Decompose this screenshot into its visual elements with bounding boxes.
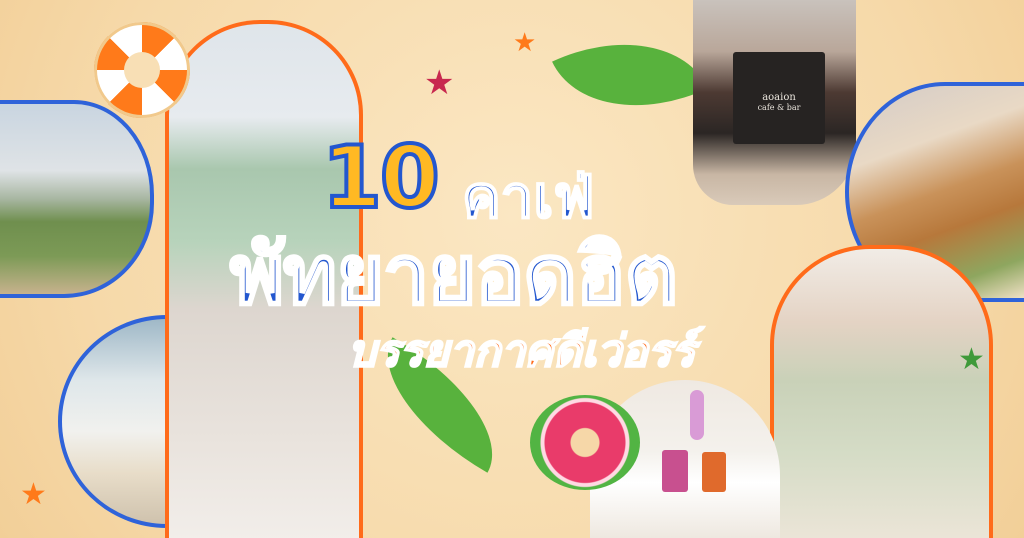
starfish-icon: ★ (20, 477, 47, 512)
title-line3: บรรยากาศดีเว่อรร์ (347, 325, 696, 378)
cup-sub: cafe & bar (757, 103, 801, 112)
starfish-icon: ★ (513, 28, 537, 58)
banner-canvas: aoaion cafe & bar ★ ★ ★ ★ 10 คาเฟ่ พัทยา… (0, 0, 1024, 538)
cup-brand: aoaion (762, 92, 796, 103)
watermelon-float-icon (530, 395, 640, 490)
beach-cafe-photo (0, 100, 154, 298)
swim-ring-icon (94, 22, 190, 118)
palm-leaf-top (552, 6, 708, 144)
starfish-icon: ★ (424, 63, 455, 103)
woman-in-dress-photo (770, 245, 993, 538)
flower-vase (690, 390, 704, 440)
starfish-icon: ★ (958, 342, 985, 377)
orange-drink-glass (702, 452, 726, 492)
cup-label: aoaion cafe & bar (733, 52, 825, 144)
pink-drink-glass (662, 450, 688, 492)
